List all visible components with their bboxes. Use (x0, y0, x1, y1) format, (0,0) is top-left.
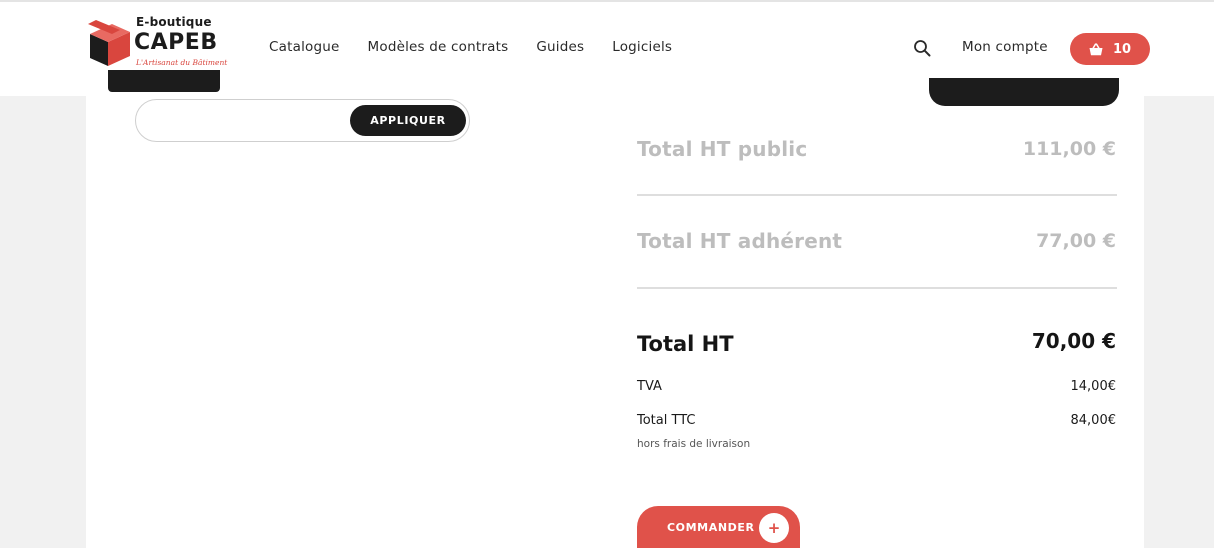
cut-off-dark-button[interactable] (929, 78, 1119, 106)
header-top-rule (0, 0, 1214, 2)
nav-guides[interactable]: Guides (536, 39, 584, 55)
cart-content-panel (86, 96, 1144, 548)
nav-modeles-de-contrats[interactable]: Modèles de contrats (368, 39, 509, 55)
summary-divider (637, 287, 1117, 289)
nav-catalogue[interactable]: Catalogue (269, 39, 340, 55)
summary-divider (637, 194, 1117, 196)
cart-button[interactable]: 10 (1070, 33, 1150, 65)
total-ht-adherent-value: 77,00 € (1036, 230, 1116, 252)
logo-underline-tag (108, 70, 220, 92)
logo-line-1: E-boutique (136, 15, 212, 29)
total-ht-public-label: Total HT public (637, 137, 808, 161)
cart-count: 10 (1112, 41, 1132, 57)
total-ht-public-value: 111,00 € (1022, 138, 1116, 160)
plus-icon: + (759, 513, 789, 543)
total-ttc-value: 84,00€ (1070, 413, 1117, 428)
tva-value: 14,00€ (1070, 379, 1117, 394)
account-link[interactable]: Mon compte (962, 39, 1048, 55)
promo-code-field: APPLIQUER (135, 99, 470, 142)
logo-tagline: L'Artisanat du Bâtiment (136, 58, 228, 67)
commander-label: COMMANDER (667, 520, 755, 534)
basket-icon (1089, 42, 1103, 55)
logo-line-2: CAPEB (134, 30, 218, 55)
cube-logo-icon (88, 20, 130, 66)
main-nav: Catalogue Modèles de contrats Guides Log… (269, 39, 700, 55)
total-ht-value: 70,00 € (1031, 329, 1116, 353)
shipping-note: hors frais de livraison (637, 438, 751, 450)
commander-button[interactable]: COMMANDER + (637, 506, 800, 548)
total-ht-label: Total HT (637, 332, 734, 356)
apply-button[interactable]: APPLIQUER (350, 105, 466, 136)
promo-code-input[interactable] (154, 108, 354, 134)
tva-label: TVA (637, 379, 662, 394)
total-ttc-label: Total TTC (637, 413, 696, 428)
eboutique-capeb-logo[interactable]: E-boutique CAPEB L'Artisanat du Bâtiment (86, 14, 228, 92)
search-icon[interactable] (913, 39, 931, 57)
nav-logiciels[interactable]: Logiciels (612, 39, 672, 55)
total-ht-adherent-label: Total HT adhérent (637, 229, 843, 253)
